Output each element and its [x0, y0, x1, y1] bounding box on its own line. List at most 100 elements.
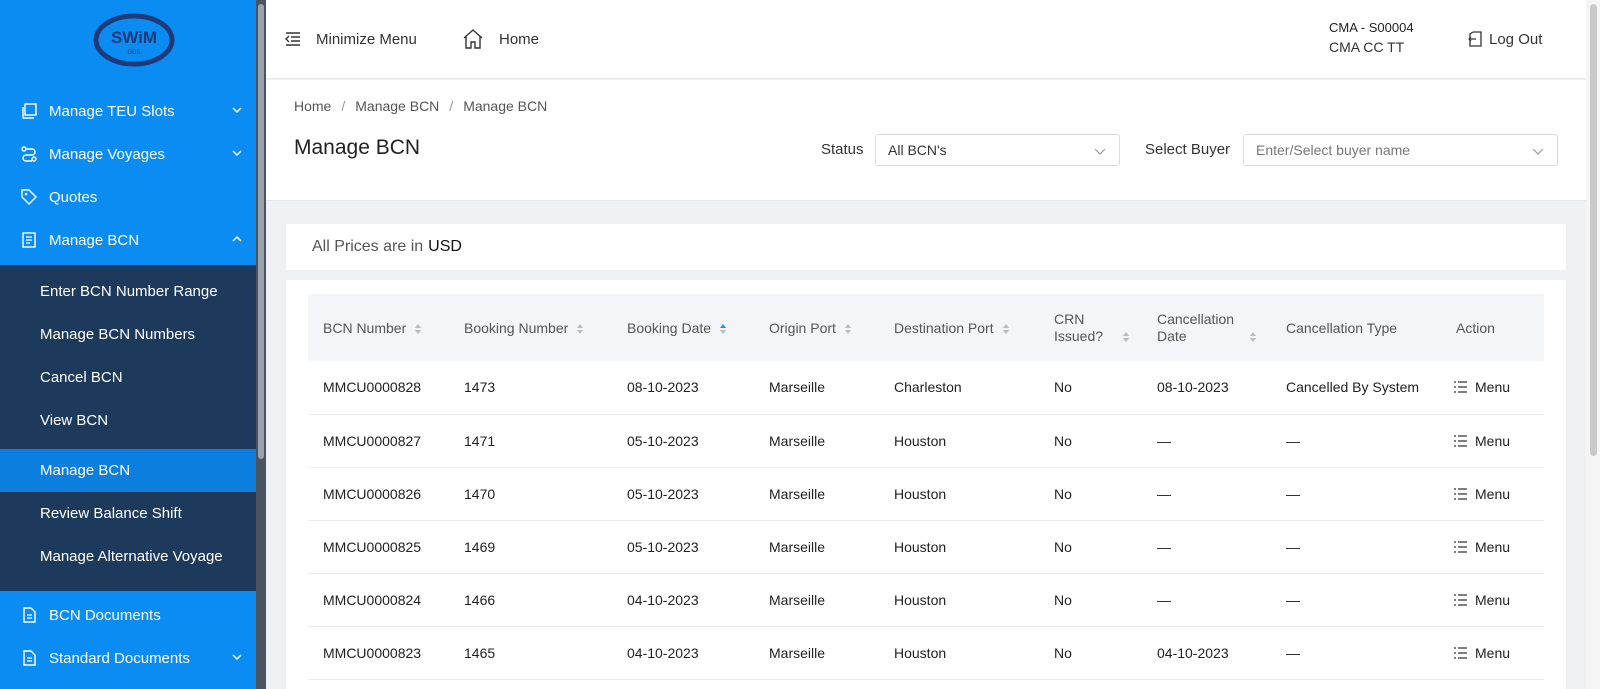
- breadcrumb-manage-bcn[interactable]: Manage BCN: [355, 98, 439, 114]
- cell-booking-number: 1473: [464, 379, 496, 396]
- status-select[interactable]: All BCN's: [875, 134, 1120, 166]
- list-icon: [1454, 593, 1467, 606]
- cell-booking-number: 1470: [464, 485, 496, 502]
- sort-icon: [577, 323, 584, 334]
- column-label: Booking Date: [627, 319, 712, 336]
- logout-button[interactable]: Log Out: [1467, 24, 1542, 54]
- column-label: Origin Port: [769, 319, 836, 336]
- sidebar-item-label: BCN Documents: [49, 606, 161, 624]
- table-body: MMCU0000828 1473 08-10-2023 Marseille Charle…: [308, 361, 1544, 679]
- cell-cancellation-date: —: [1157, 591, 1171, 608]
- cell-booking-date: 08-10-2023: [627, 379, 699, 396]
- col-origin-port[interactable]: Origin Port: [754, 294, 879, 361]
- sort-icon: [1250, 331, 1256, 342]
- minimize-menu-button[interactable]: Minimize Menu: [284, 24, 417, 54]
- col-action: Action: [1438, 294, 1544, 361]
- row-menu-button[interactable]: Menu: [1454, 486, 1544, 502]
- page-scrollbar-thumb[interactable]: [1590, 4, 1597, 456]
- col-booking-number[interactable]: Booking Number: [449, 294, 612, 361]
- sidebar-item-manage-teu-slots[interactable]: Manage TEU Slots: [0, 89, 256, 133]
- sidebar-scrollbar-thumb[interactable]: [258, 4, 264, 459]
- row-menu-label: Menu: [1475, 379, 1511, 396]
- sidebar: SWiM GDS Manage TEU Slots Manage Voyages…: [0, 0, 256, 689]
- col-bcn-number[interactable]: BCN Number: [308, 294, 449, 361]
- cell-booking-date: 04-10-2023: [627, 591, 699, 608]
- currency-code: USD: [428, 238, 462, 255]
- col-crn-issued[interactable]: CRN Issued?: [1039, 294, 1142, 361]
- col-cancellation-date[interactable]: Cancellation Date: [1142, 294, 1276, 361]
- cell-bcn-number: MMCU0000826: [323, 485, 422, 502]
- user-id: CMA - S00004: [1329, 20, 1414, 35]
- sidebar-item-bcn-documents[interactable]: BCN Documents: [0, 593, 256, 637]
- logo-text: SWiM: [111, 28, 157, 47]
- cell-origin-port: Marseille: [769, 379, 826, 396]
- sidebar-item-label: Manage BCN: [49, 231, 140, 249]
- status-label: Status: [821, 141, 864, 158]
- cell-destination-port: Houston: [894, 432, 947, 449]
- page-header: Home / Manage BCN / Manage BCN Manage BC…: [266, 80, 1586, 201]
- cell-crn-issued: No: [1054, 485, 1072, 502]
- bcn-table-card: BCN Number Booking Number Booking Date O…: [286, 280, 1566, 689]
- chevron-down-icon: [232, 107, 242, 114]
- row-menu-button[interactable]: Menu: [1454, 645, 1544, 661]
- breadcrumb-current: Manage BCN: [463, 98, 548, 114]
- file-icon: [23, 607, 36, 623]
- table-row: MMCU0000828 1473 08-10-2023 Marseille Charle…: [308, 361, 1544, 414]
- cell-cancellation-type: Cancelled By System: [1286, 379, 1420, 396]
- submenu-enter-bcn-number-range[interactable]: Enter BCN Number Range: [0, 270, 256, 313]
- page-title: Manage BCN: [294, 136, 421, 159]
- col-destination-port[interactable]: Destination Port: [879, 294, 1039, 361]
- document-icon: [22, 232, 36, 248]
- menu-fold-icon: [285, 32, 300, 46]
- chevron-down-icon: [232, 654, 242, 661]
- row-menu-button[interactable]: Menu: [1454, 433, 1544, 449]
- breadcrumb-home[interactable]: Home: [294, 98, 331, 114]
- swim-logo: SWiM GDS: [93, 13, 175, 67]
- row-menu-button[interactable]: Menu: [1454, 592, 1544, 608]
- table-header-row: BCN Number Booking Number Booking Date O…: [308, 294, 1544, 361]
- sidebar-item-manage-voyages[interactable]: Manage Voyages: [0, 132, 256, 176]
- tag-icon: [21, 189, 37, 205]
- col-booking-date[interactable]: Booking Date: [612, 294, 754, 361]
- row-menu-label: Menu: [1475, 644, 1511, 661]
- topbar: Minimize Menu Home CMA - S00004 CMA CC T…: [266, 0, 1586, 79]
- col-cancellation-type: Cancellation Type: [1276, 294, 1438, 361]
- row-menu-button[interactable]: Menu: [1454, 379, 1544, 395]
- cell-bcn-number: MMCU0000828: [323, 379, 422, 396]
- cell-origin-port: Marseille: [769, 538, 826, 555]
- chevron-up-icon: [232, 235, 242, 242]
- cell-crn-issued: No: [1054, 538, 1072, 555]
- submenu-cancel-bcn[interactable]: Cancel BCN: [0, 356, 256, 399]
- cell-destination-port: Houston: [894, 644, 947, 661]
- cell-cancellation-type: —: [1286, 485, 1300, 502]
- cell-cancellation-date: 08-10-2023: [1157, 379, 1229, 396]
- sidebar-item-quotes[interactable]: Quotes: [0, 175, 256, 219]
- table-row: MMCU0000826 1470 05-10-2023 Marseille Housto…: [308, 467, 1544, 520]
- breadcrumb-separator: /: [341, 98, 346, 114]
- cell-action: Menu: [1438, 520, 1544, 573]
- buyer-select[interactable]: Enter/Select buyer name: [1243, 134, 1558, 166]
- cell-action: Menu: [1438, 573, 1544, 626]
- submenu-manage-bcn-numbers[interactable]: Manage BCN Numbers: [0, 313, 256, 356]
- submenu-manage-bcn[interactable]: Manage BCN: [0, 449, 256, 492]
- sidebar-item-label: Quotes: [49, 188, 98, 206]
- cell-cancellation-date: 04-10-2023: [1157, 644, 1229, 661]
- cell-destination-port: Houston: [894, 538, 947, 555]
- submenu-review-balance-shift[interactable]: Review Balance Shift: [0, 492, 256, 535]
- sort-icon: [1002, 323, 1009, 334]
- cell-booking-date: 05-10-2023: [627, 485, 699, 502]
- submenu-view-bcn[interactable]: View BCN: [0, 399, 256, 442]
- column-label: BCN Number: [323, 319, 407, 336]
- select-buyer-label: Select Buyer: [1145, 141, 1231, 158]
- submenu-manage-alternative-voyage[interactable]: Manage Alternative Voyage: [0, 535, 256, 578]
- row-menu-button[interactable]: Menu: [1454, 539, 1544, 555]
- cell-destination-port: Houston: [894, 591, 947, 608]
- sidebar-item-manage-bcn[interactable]: Manage BCN: [0, 218, 256, 262]
- user-name: CMA CC TT: [1329, 39, 1405, 55]
- cell-destination-port: Houston: [894, 485, 947, 502]
- logo-subtext: GDS: [127, 50, 140, 56]
- sidebar-item-standard-documents[interactable]: Standard Documents: [0, 636, 256, 680]
- file-icon: [23, 650, 36, 666]
- cell-booking-date: 05-10-2023: [627, 432, 699, 449]
- home-button[interactable]: Home: [461, 24, 539, 54]
